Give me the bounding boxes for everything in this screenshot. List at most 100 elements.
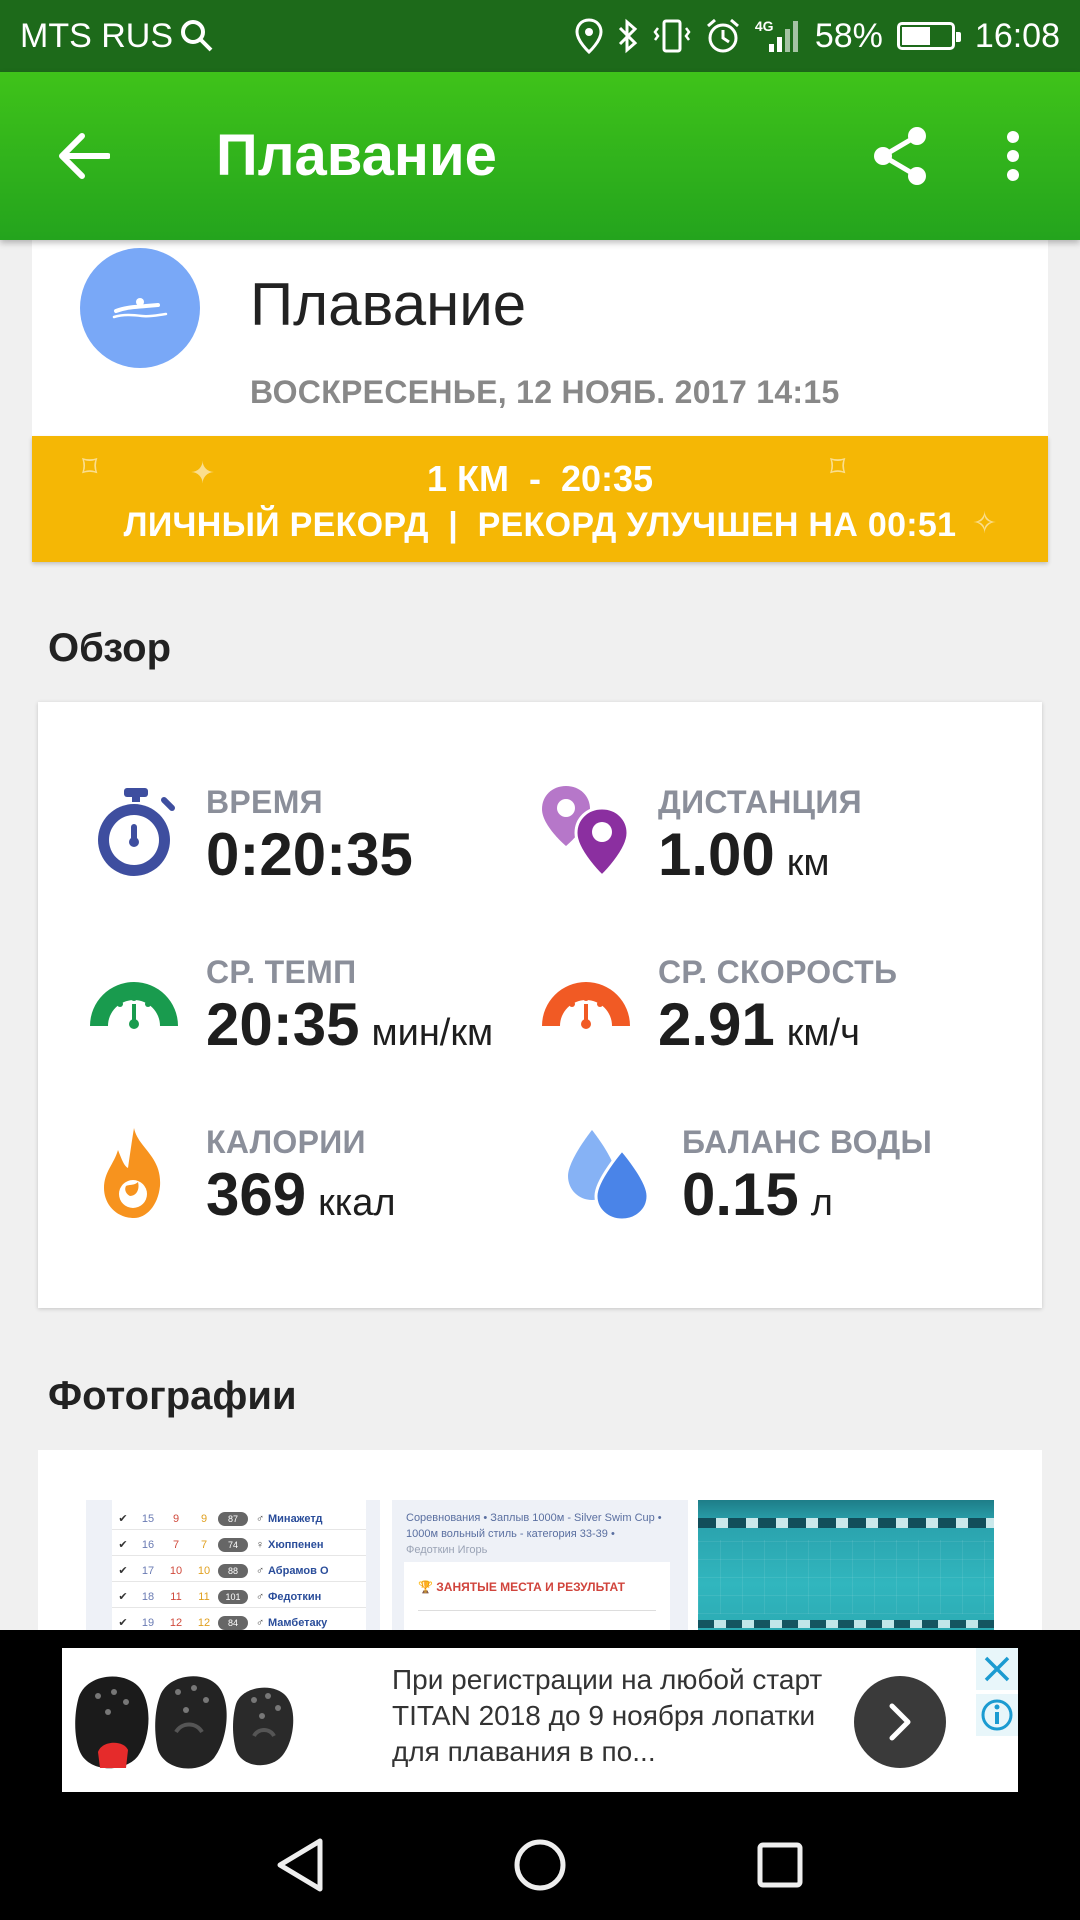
results-table-cell: 84 bbox=[218, 1615, 248, 1630]
results-table-cell: Хюппенен bbox=[268, 1538, 324, 1551]
results-table-cell: 74 bbox=[218, 1537, 248, 1552]
ad-banner[interactable]: При регистрации на любой старт TITAN 201… bbox=[62, 1648, 1018, 1792]
flame-icon bbox=[104, 1128, 161, 1218]
results-table-cell: 12 bbox=[197, 1616, 211, 1629]
alarm-icon bbox=[706, 18, 739, 53]
results-table-cell: ♀ bbox=[255, 1538, 265, 1551]
vibrate-icon bbox=[653, 19, 691, 53]
stat-distance-label: ДИСТАНЦИЯ bbox=[658, 784, 862, 820]
stopwatch-icon bbox=[98, 788, 175, 876]
photo-results-table[interactable]: ✔ 15 9 9 87 ♂ Минажетд ✔ 16 7 7 74 ♀ Хюппенен ✔ 17 10 10 8… bbox=[86, 1500, 380, 1630]
battery-percent: 58% bbox=[814, 16, 883, 55]
results-table-cell: 7 bbox=[200, 1538, 208, 1551]
results-table-cell: 88 bbox=[218, 1563, 248, 1578]
carrier-name: MTS RUS bbox=[20, 16, 173, 55]
results-table-cell: 10 bbox=[197, 1564, 211, 1577]
results-table-cell: 10 bbox=[169, 1564, 183, 1577]
signal-icon: 4G bbox=[755, 18, 801, 54]
results-table-cell: ♂ bbox=[255, 1616, 265, 1629]
divider bbox=[418, 1610, 656, 1611]
stat-pace-value: 20:35 мин/км bbox=[206, 991, 494, 1058]
pool-tiles bbox=[698, 1540, 994, 1614]
chevron-right-icon bbox=[889, 1703, 911, 1741]
doc-breadcrumb: Соревнования • Заплыв 1000м - Silver Swi… bbox=[406, 1512, 662, 1540]
record-detail: ЛИЧНЫЙ РЕКОРД | РЕКОРД УЛУЧШЕН НА 00:51 bbox=[123, 506, 957, 544]
results-table-row: ✔ 16 7 7 74 ♀ Хюппенен bbox=[112, 1534, 366, 1556]
results-table-cell: ✔ bbox=[118, 1591, 128, 1603]
results-table-row: ✔ 19 12 12 84 ♂ Мамбетаку bbox=[112, 1612, 366, 1630]
close-icon bbox=[984, 1656, 1010, 1682]
ad-info-button[interactable] bbox=[976, 1694, 1018, 1736]
ad-close-button[interactable] bbox=[976, 1648, 1018, 1690]
results-table-cell: 87 bbox=[218, 1511, 248, 1526]
results-table: ✔ 15 9 9 87 ♂ Минажетд ✔ 16 7 7 74 ♀ Хюппенен ✔ 17 10 10 8… bbox=[112, 1500, 366, 1630]
lane-rope bbox=[698, 1518, 994, 1528]
water-drops-icon bbox=[568, 1130, 650, 1222]
results-table-cell: ♂ bbox=[255, 1590, 265, 1603]
results-table-cell: 9 bbox=[200, 1512, 208, 1525]
stat-speed-label: СР. СКОРОСТЬ bbox=[658, 954, 898, 990]
lane-rope bbox=[698, 1620, 994, 1628]
results-table-cell: Федоткин bbox=[268, 1590, 322, 1603]
clock: 16:08 bbox=[974, 16, 1060, 55]
nav-home-circle-icon bbox=[514, 1839, 566, 1891]
stat-time-value: 0:20:35 bbox=[206, 821, 413, 888]
stat-pace-label: СР. ТЕМП bbox=[206, 954, 357, 990]
stat-speed-value: 2.91 км/ч bbox=[658, 991, 860, 1058]
search-icon bbox=[181, 20, 213, 52]
results-table-cell: 18 bbox=[141, 1590, 155, 1603]
nav-back-button[interactable] bbox=[260, 1830, 340, 1900]
ad-area: При регистрации на любой старт TITAN 201… bbox=[0, 1630, 1080, 1810]
battery-icon bbox=[896, 22, 961, 50]
activity-name: Плавание bbox=[250, 271, 527, 338]
record-headline: 1 КМ - 20:35 bbox=[426, 458, 654, 499]
back-button[interactable] bbox=[52, 124, 116, 188]
personal-record-banner[interactable]: ⌑ ✦ ⌑ ✧ 1 КМ - 20:35 ЛИЧНЫЙ РЕКОРД | РЕК… bbox=[32, 436, 1048, 562]
results-table-cell: 15 bbox=[141, 1512, 155, 1525]
status-bar: MTS RUS 4G 58% 16:08 bbox=[0, 0, 1080, 72]
stat-time-label: ВРЕМЯ bbox=[206, 784, 323, 820]
results-table-cell: 16 bbox=[141, 1538, 155, 1551]
more-options-button[interactable] bbox=[988, 124, 1038, 188]
photo-swimming-pool[interactable] bbox=[698, 1500, 994, 1630]
results-table-cell: ✔ bbox=[118, 1565, 128, 1577]
results-table-cell: 101 bbox=[218, 1589, 248, 1604]
results-table-row: ✔ 18 11 11 101 ♂ Федоткин bbox=[112, 1586, 366, 1608]
stat-calories-value: 369 ккал bbox=[206, 1161, 396, 1228]
activity-date: ВОСКРЕСЕНЬЕ, 12 НОЯБ. 2017 14:15 bbox=[250, 374, 840, 410]
doc-panel: 🏆 ЗАНЯТЫЕ МЕСТА И РЕЗУЛЬТАТ bbox=[404, 1562, 670, 1630]
results-table-cell: 12 bbox=[169, 1616, 183, 1629]
map-pin-icon bbox=[542, 786, 630, 879]
more-vertical-icon bbox=[1007, 131, 1019, 181]
nav-recents-square-icon bbox=[757, 1842, 803, 1888]
stat-distance-value: 1.00 км bbox=[658, 821, 830, 888]
results-table-cell: 9 bbox=[172, 1512, 180, 1525]
results-table-cell: ♂ bbox=[255, 1512, 265, 1525]
nav-recents-button[interactable] bbox=[740, 1830, 820, 1900]
results-table-cell: Минажетд bbox=[268, 1512, 323, 1525]
system-nav-bar bbox=[0, 1810, 1080, 1920]
back-arrow-icon bbox=[59, 133, 110, 179]
results-table-cell: ♂ bbox=[255, 1564, 265, 1577]
overview-card: ВРЕМЯ 0:20:35 ДИСТАНЦИЯ 1.00 км СР. ТЕМП … bbox=[38, 702, 1042, 1308]
results-table-cell: Абрамов О bbox=[268, 1564, 329, 1577]
share-button[interactable] bbox=[868, 124, 932, 188]
results-table-cell: ✔ bbox=[118, 1539, 128, 1551]
photo-results-document[interactable]: Соревнования • Заплыв 1000м - Silver Swi… bbox=[392, 1500, 688, 1630]
activity-header-card: Плавание ВОСКРЕСЕНЬЕ, 12 НОЯБ. 2017 14:1… bbox=[32, 240, 1048, 436]
results-table-row: ✔ 17 10 10 88 ♂ Абрамов О bbox=[112, 1560, 366, 1582]
results-table-cell: 7 bbox=[172, 1538, 180, 1551]
results-table-cell: 11 bbox=[198, 1590, 210, 1603]
doc-section-title: 🏆 ЗАНЯТЫЕ МЕСТА И РЕЗУЛЬТАТ bbox=[418, 1580, 625, 1594]
results-table-cell: Мамбетаку bbox=[268, 1616, 328, 1629]
app-bar: Плавание bbox=[0, 72, 1080, 240]
nav-home-button[interactable] bbox=[500, 1830, 580, 1900]
photos-card: ✔ 15 9 9 87 ♂ Минажетд ✔ 16 7 7 74 ♀ Хюппенен ✔ 17 10 10 8… bbox=[38, 1450, 1042, 1630]
results-table-cell: 17 bbox=[141, 1564, 155, 1577]
results-table-cell: 19 bbox=[141, 1616, 155, 1629]
ad-open-button[interactable] bbox=[854, 1676, 946, 1768]
swimmer-icon bbox=[112, 298, 168, 319]
doc-person: Федоткин Игорь bbox=[406, 1544, 488, 1556]
bluetooth-icon bbox=[618, 18, 638, 54]
stat-water-value: 0.15 л bbox=[682, 1161, 833, 1228]
